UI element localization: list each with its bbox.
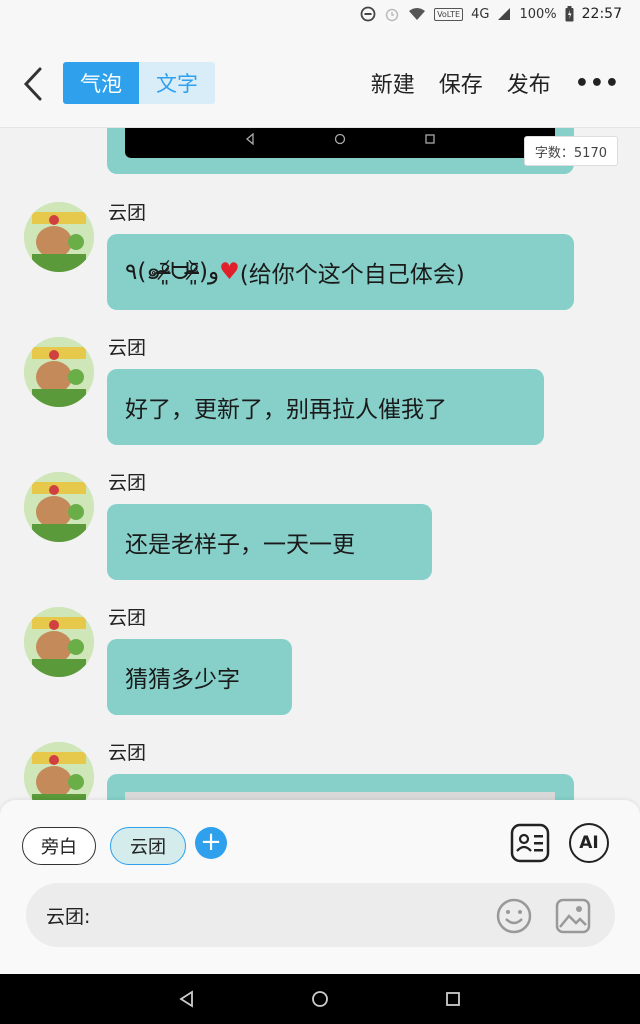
avatar[interactable] <box>24 202 94 272</box>
role-narrator-chip[interactable]: 旁白 <box>22 827 96 865</box>
nav-home-button[interactable] <box>305 984 335 1014</box>
nav-recents-button[interactable] <box>438 984 468 1014</box>
chevron-left-icon <box>23 67 42 101</box>
system-nav-bar <box>0 974 640 1024</box>
sender-name: 云团 <box>108 472 147 494</box>
wifi-icon <box>408 7 426 21</box>
message-bubble[interactable]: 还是老样子，一天一更 <box>107 504 432 580</box>
avatar[interactable] <box>24 607 94 677</box>
new-button[interactable]: 新建 <box>371 67 415 99</box>
publish-button[interactable]: 发布 <box>507 67 551 99</box>
network-type: 4G <box>471 6 490 22</box>
message-bubble[interactable]: 好了，更新了，别再拉人催我了 <box>107 369 544 445</box>
ai-button[interactable]: AI <box>569 823 609 863</box>
triangle-back-icon <box>178 990 193 1008</box>
message-text: (给你个这个自己体会) <box>239 262 465 288</box>
signal-icon <box>497 7 511 21</box>
message-text: 还是老样子，一天一更 <box>125 532 355 558</box>
status-bar: VoLTE 4G 100% 22:57 <box>0 0 640 28</box>
image-icon[interactable] <box>555 898 591 934</box>
top-toolbar: 气泡 文字 新建 保存 发布 ••• <box>0 28 640 128</box>
battery-icon <box>565 6 574 22</box>
contact-card-button[interactable] <box>510 823 550 863</box>
message-input[interactable] <box>46 883 486 947</box>
message-bubble[interactable]: ٩(๑ᵒ̴̶̷͈᷄ᗨᵒ̴̶̷͈᷅)و ♥ (给你个这个自己体会) <box>107 234 574 310</box>
message-text: 猜猜多少字 <box>125 667 240 693</box>
avatar-image <box>24 202 94 272</box>
sender-name: 云团 <box>108 202 147 224</box>
nav-home-icon <box>334 133 346 145</box>
sender-name: 云团 <box>108 337 147 359</box>
clock: 22:57 <box>581 6 622 22</box>
more-button[interactable]: ••• <box>575 71 620 96</box>
square-recents-icon <box>446 992 461 1006</box>
avatar-image <box>24 472 94 542</box>
screenshot-image <box>125 128 555 158</box>
chat-area[interactable]: 字数：5170 云团 ٩(๑ᵒ̴̶̷͈᷄ᗨᵒ̴̶̷͈᷅)و ♥ (给你个这个自己体会… <box>0 128 640 800</box>
back-button[interactable] <box>18 64 48 104</box>
nav-recent-icon <box>425 134 435 144</box>
heart-icon: ♥ <box>219 259 240 285</box>
mode-switch: 气泡 文字 <box>63 62 215 104</box>
save-button[interactable]: 保存 <box>439 67 483 99</box>
emoji-icon[interactable] <box>496 898 532 934</box>
screenshot-image <box>125 792 555 800</box>
message-text: 好了，更新了，别再拉人催我了 <box>125 397 447 423</box>
sender-name: 云团 <box>108 742 147 764</box>
avatar[interactable] <box>24 742 94 800</box>
add-role-button[interactable]: + <box>195 827 227 859</box>
tab-bubble[interactable]: 气泡 <box>63 62 139 104</box>
dnd-icon <box>360 6 376 22</box>
avatar-image <box>24 607 94 677</box>
header-actions: 新建 保存 发布 ••• <box>371 62 620 104</box>
message-bubble[interactable]: 猜猜多少字 <box>107 639 292 715</box>
avatar[interactable] <box>24 337 94 407</box>
sender-name: 云团 <box>108 607 147 629</box>
circle-home-icon <box>312 991 328 1007</box>
avatar-image <box>24 742 94 800</box>
message-input-box <box>26 883 615 947</box>
alarm-icon <box>384 6 400 22</box>
nav-back-button[interactable] <box>172 984 202 1014</box>
message-text: ٩(๑ᵒ̴̶̷͈᷄ᗨᵒ̴̶̷͈᷅)و <box>125 259 220 285</box>
role-yuntuan-chip[interactable]: 云团 <box>110 827 186 865</box>
image-bubble[interactable] <box>107 774 574 800</box>
avatar[interactable] <box>24 472 94 542</box>
avatar-image <box>24 337 94 407</box>
nav-back-icon <box>245 133 254 145</box>
contact-card-icon <box>510 823 550 863</box>
volte-badge: VoLTE <box>434 7 464 21</box>
image-bubble[interactable] <box>107 128 574 174</box>
battery-percent: 100% <box>519 6 557 22</box>
word-count-badge: 字数：5170 <box>523 136 618 166</box>
compose-panel: 旁白 云团 + AI <box>0 800 640 974</box>
tab-text[interactable]: 文字 <box>139 62 215 104</box>
